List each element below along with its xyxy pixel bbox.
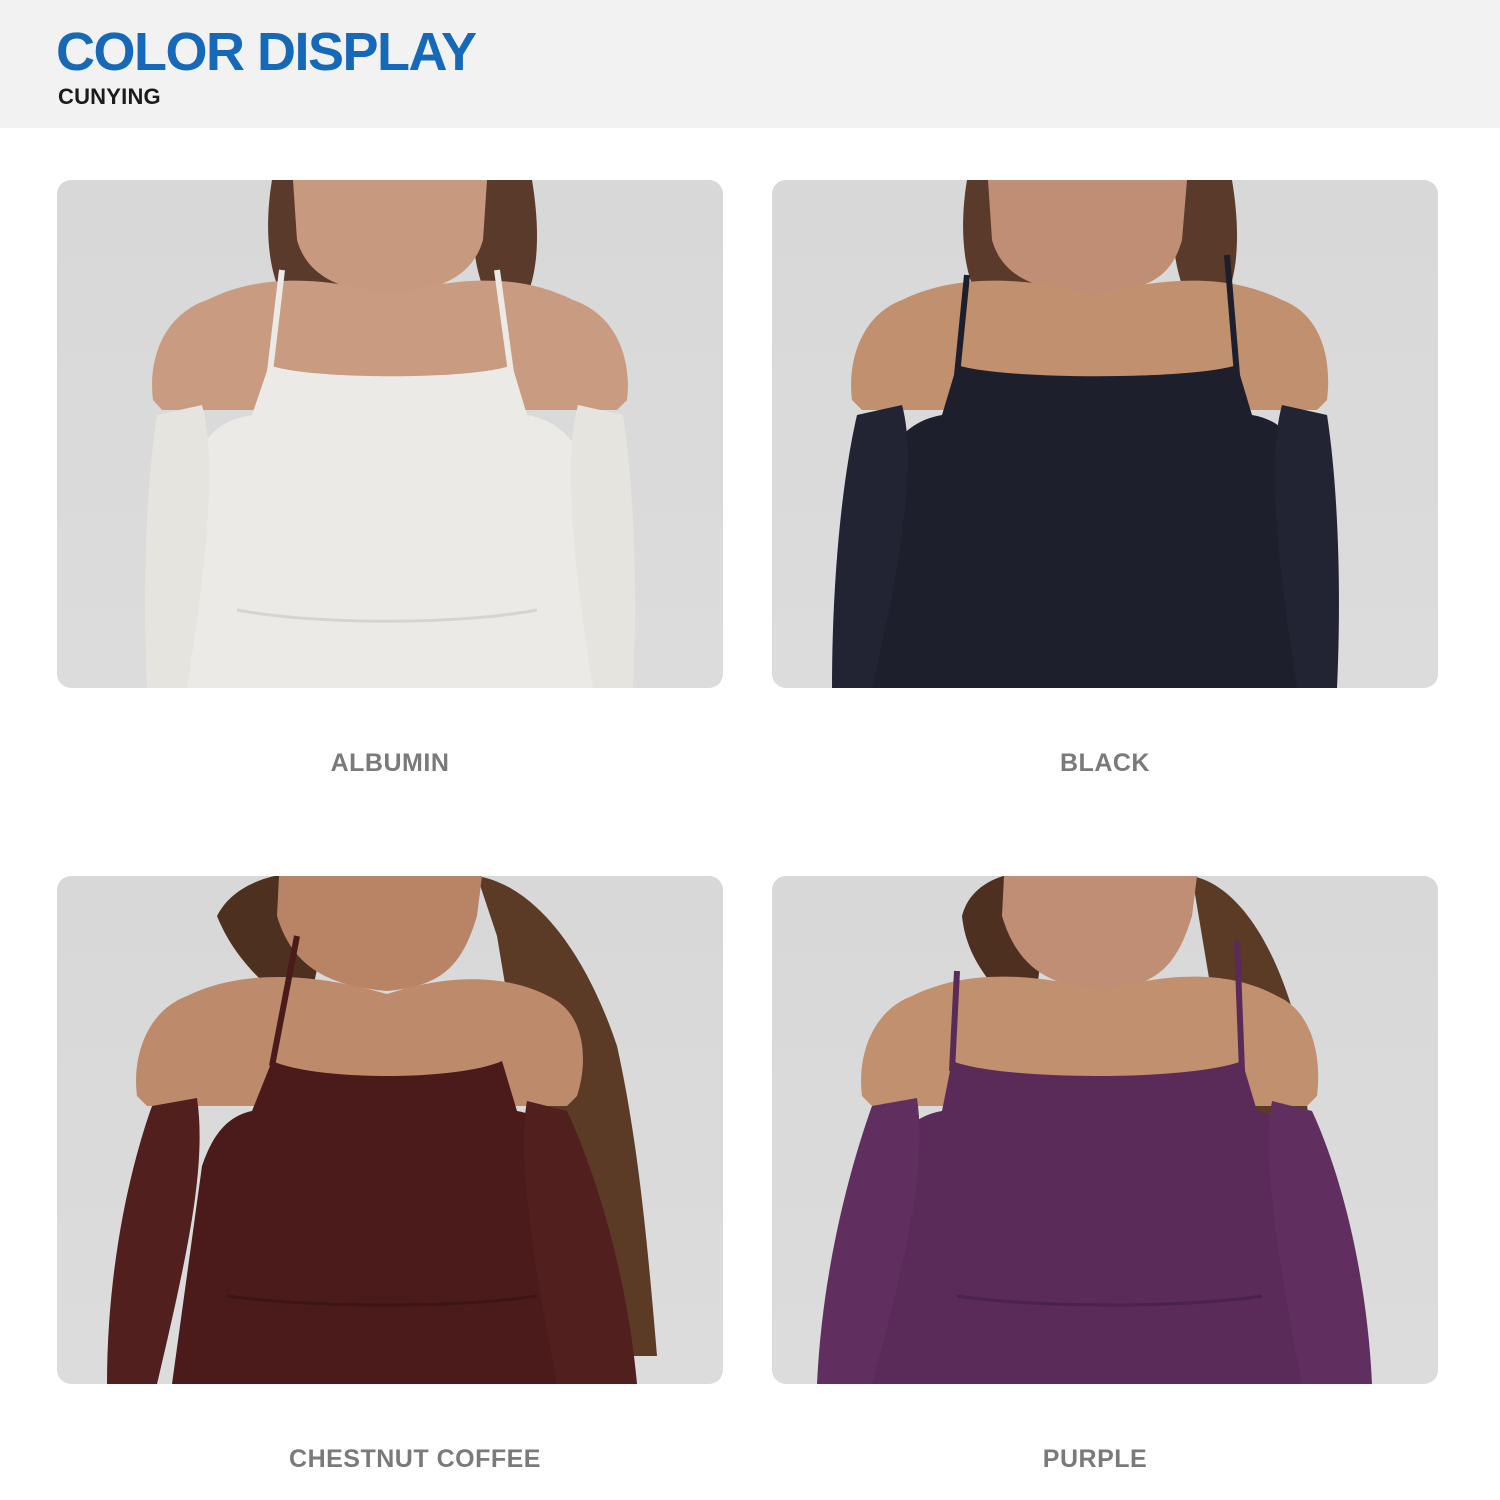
model-figure-purple <box>817 876 1372 1384</box>
brand-subtitle: CUNYING <box>58 84 161 109</box>
product-photo-chestnut-coffee <box>57 876 723 1384</box>
model-figure-black <box>832 180 1339 688</box>
model-figure-albumin <box>145 180 635 688</box>
product-photo-albumin <box>57 180 723 688</box>
product-photo-black <box>772 180 1438 688</box>
model-figure-chestnut-coffee <box>107 876 657 1384</box>
header-banner: COLOR DISPLAY CUNYING <box>0 0 1500 128</box>
swatch-label-black: BLACK <box>1060 749 1150 777</box>
swatch-label-albumin: ALBUMIN <box>330 749 450 777</box>
swatch-label-purple: PURPLE <box>1042 1445 1148 1473</box>
swatch-label-chestnut-coffee: CHESTNUT COFFEE <box>289 1445 541 1473</box>
product-photo-purple <box>772 876 1438 1384</box>
page-title: COLOR DISPLAY <box>56 22 477 82</box>
